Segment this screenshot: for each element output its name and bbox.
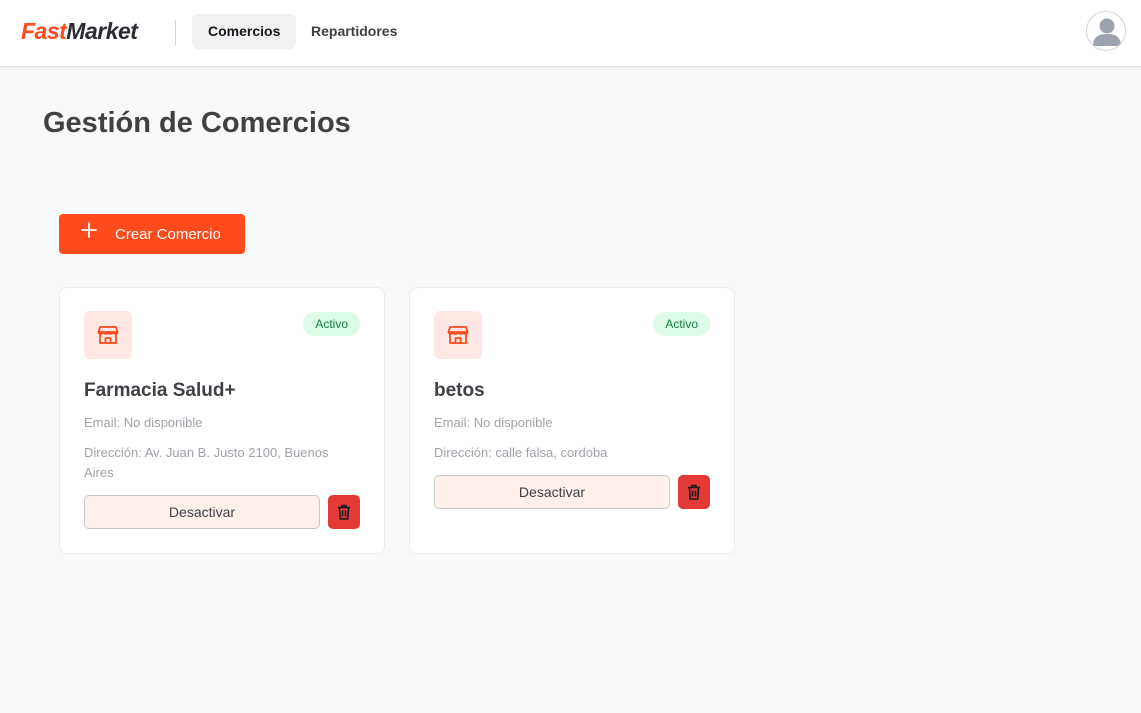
store-email: Email: No disponible — [84, 415, 203, 430]
store-address: Dirección: calle falsa, cordoba — [434, 445, 608, 460]
trash-icon — [688, 484, 700, 500]
deactivate-button[interactable]: Desactivar — [84, 495, 320, 529]
trash-icon — [338, 504, 350, 520]
logo-part-fast: Fast — [21, 18, 67, 44]
store-icon — [434, 311, 482, 359]
user-avatar-icon[interactable] — [1086, 11, 1126, 51]
store-name: betos — [434, 380, 485, 401]
store-card: Activo betos Email: No disponible Direcc… — [409, 287, 735, 554]
delete-button[interactable] — [328, 495, 360, 529]
tab-comercios[interactable]: Comercios — [192, 14, 297, 49]
logo[interactable]: FastMarket — [21, 18, 138, 45]
store-address: Dirección: Av. Juan B. Justo 2100, Bueno… — [84, 445, 329, 480]
store-icon — [84, 311, 132, 359]
top-header: FastMarket Comercios Repartidores — [0, 0, 1141, 67]
tab-repartidores[interactable]: Repartidores — [295, 14, 413, 49]
create-store-button[interactable]: Crear Comercio — [59, 214, 245, 254]
deactivate-button[interactable]: Desactivar — [434, 475, 670, 509]
logo-part-market: Market — [66, 18, 138, 44]
logo-divider — [175, 20, 176, 45]
page-title: Gestión de Comercios — [43, 107, 351, 139]
create-store-label: Crear Comercio — [115, 226, 221, 243]
status-badge: Activo — [303, 312, 360, 336]
store-card: Activo Farmacia Salud+ Email: No disponi… — [59, 287, 385, 554]
store-name: Farmacia Salud+ — [84, 380, 236, 401]
store-email: Email: No disponible — [434, 415, 553, 430]
plus-icon — [81, 222, 97, 238]
status-badge: Activo — [653, 312, 710, 336]
delete-button[interactable] — [678, 475, 710, 509]
